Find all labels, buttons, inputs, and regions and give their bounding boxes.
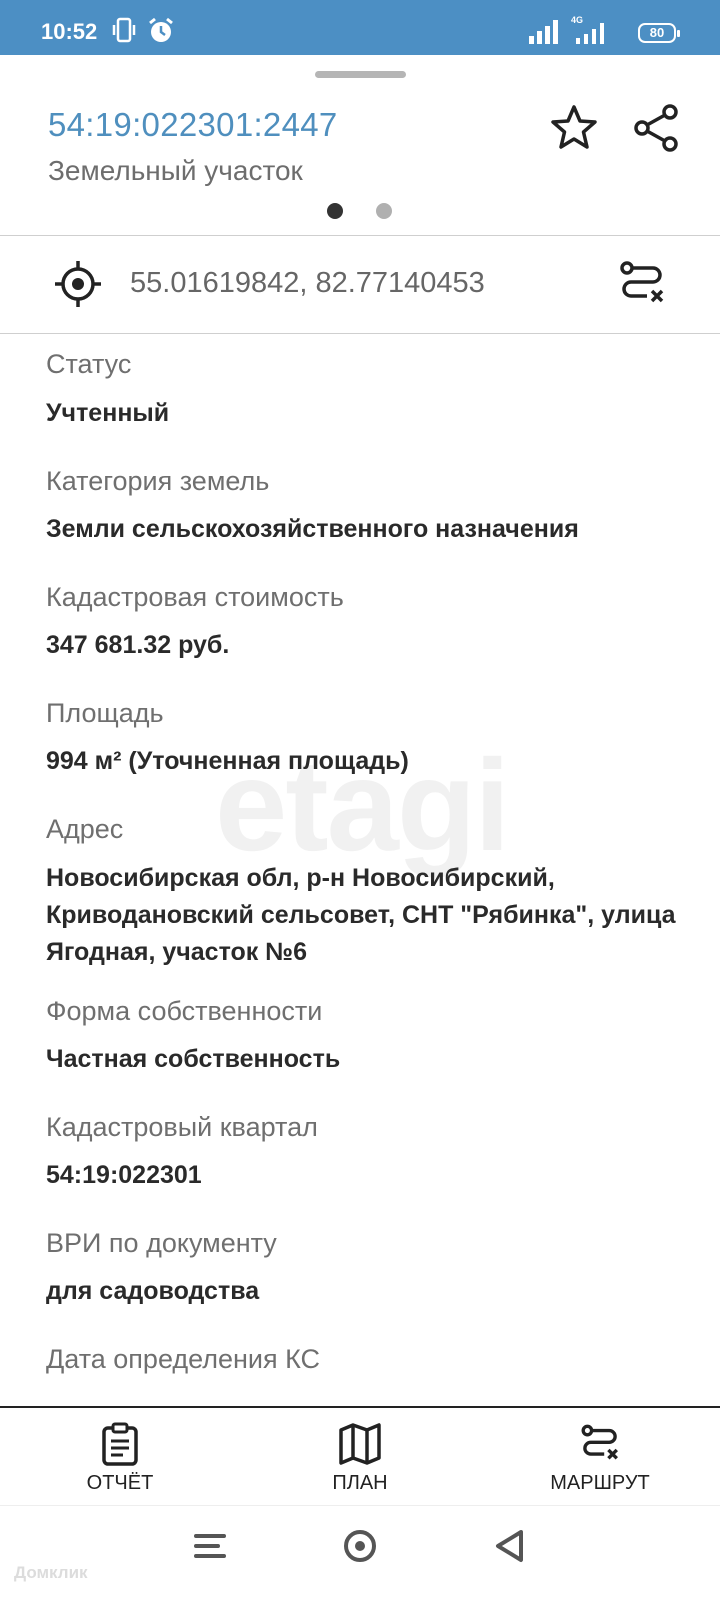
field-label-cadastral-quarter: Кадастровый квартал [46,1112,318,1142]
back-icon [496,1530,523,1562]
plan-tab[interactable]: ПЛАН [240,1408,480,1506]
report-tab[interactable]: ОТЧЁТ [0,1408,240,1506]
status-bar: 10:52 4G 80 [0,0,720,55]
field-label-address: Адрес [46,814,124,844]
object-type-subtitle: Земельный участок [48,155,303,186]
route-tab-label: МАРШРУТ [550,1472,650,1494]
alarm-icon [147,17,175,50]
clipboard-icon [102,1422,138,1466]
field-label-valuation-date: Дата определения КС [46,1344,321,1374]
status-time: 10:52 [41,19,98,44]
route-tab[interactable]: МАРШРУТ [480,1408,720,1506]
home-button[interactable] [342,1528,378,1569]
field-value-cadastral-quarter: 54:19:022301 [46,1161,202,1189]
field-label-cadastral-value: Кадастровая стоимость [46,582,344,612]
field-value-area: 994 м² (Уточненная площадь) [46,747,409,775]
back-button[interactable] [493,1528,527,1569]
report-tab-label: ОТЧЁТ [86,1472,154,1494]
route-icon [620,261,664,303]
battery-icon: 80 [638,23,680,43]
system-nav-bar [0,1505,720,1601]
field-value-status: Учтенный [46,399,170,427]
sheet-drag-handle[interactable] [315,71,406,78]
menu-icon [194,1534,226,1558]
field-label-permitted-use: ВРИ по документу [46,1228,277,1258]
share-button[interactable] [632,103,682,158]
field-label-status: Статус [46,349,132,379]
field-value-land-category: Земли сельскохозяйственного назначения [46,515,579,543]
menu-button[interactable] [194,1531,226,1566]
svg-text:4G: 4G [571,15,583,25]
divider [0,235,720,236]
signal-4g-icon: 4G [570,14,612,51]
field-label-area: Площадь [46,698,164,728]
field-value-address: Новосибирская обл, р-н Новосибирский, Кр… [46,864,676,966]
vibrate-icon [112,17,136,48]
crosshair-icon [55,261,101,307]
bottom-action-bar: ОТЧЁТ ПЛАН МАРШРУТ [0,1406,720,1506]
share-icon [634,104,678,152]
field-value-cadastral-value: 347 681.32 руб. [46,631,230,659]
field-label-ownership: Форма собственности [46,996,323,1026]
map-icon [339,1423,381,1465]
favorite-star-button[interactable] [549,103,599,158]
domclick-watermark: Домклик [14,1563,88,1582]
divider [0,333,720,334]
field-value-ownership: Частная собственность [46,1045,341,1073]
locate-button[interactable] [53,259,103,314]
cadastral-number-title: 54:19:022301:2447 [48,106,338,143]
route-icon [581,1424,618,1460]
plan-tab-label: ПЛАН [332,1472,388,1494]
page-indicator-dot [376,203,392,219]
page-indicator-dot-active [327,203,343,219]
home-icon [344,1530,376,1562]
field-label-land-category: Категория земель [46,466,270,496]
field-value-permitted-use: для садоводства [46,1277,260,1305]
signal-icon [527,18,561,51]
coordinates-text[interactable]: 55.01619842, 82.77140453 [130,267,485,300]
star-icon [551,105,597,149]
route-button[interactable] [617,259,667,314]
